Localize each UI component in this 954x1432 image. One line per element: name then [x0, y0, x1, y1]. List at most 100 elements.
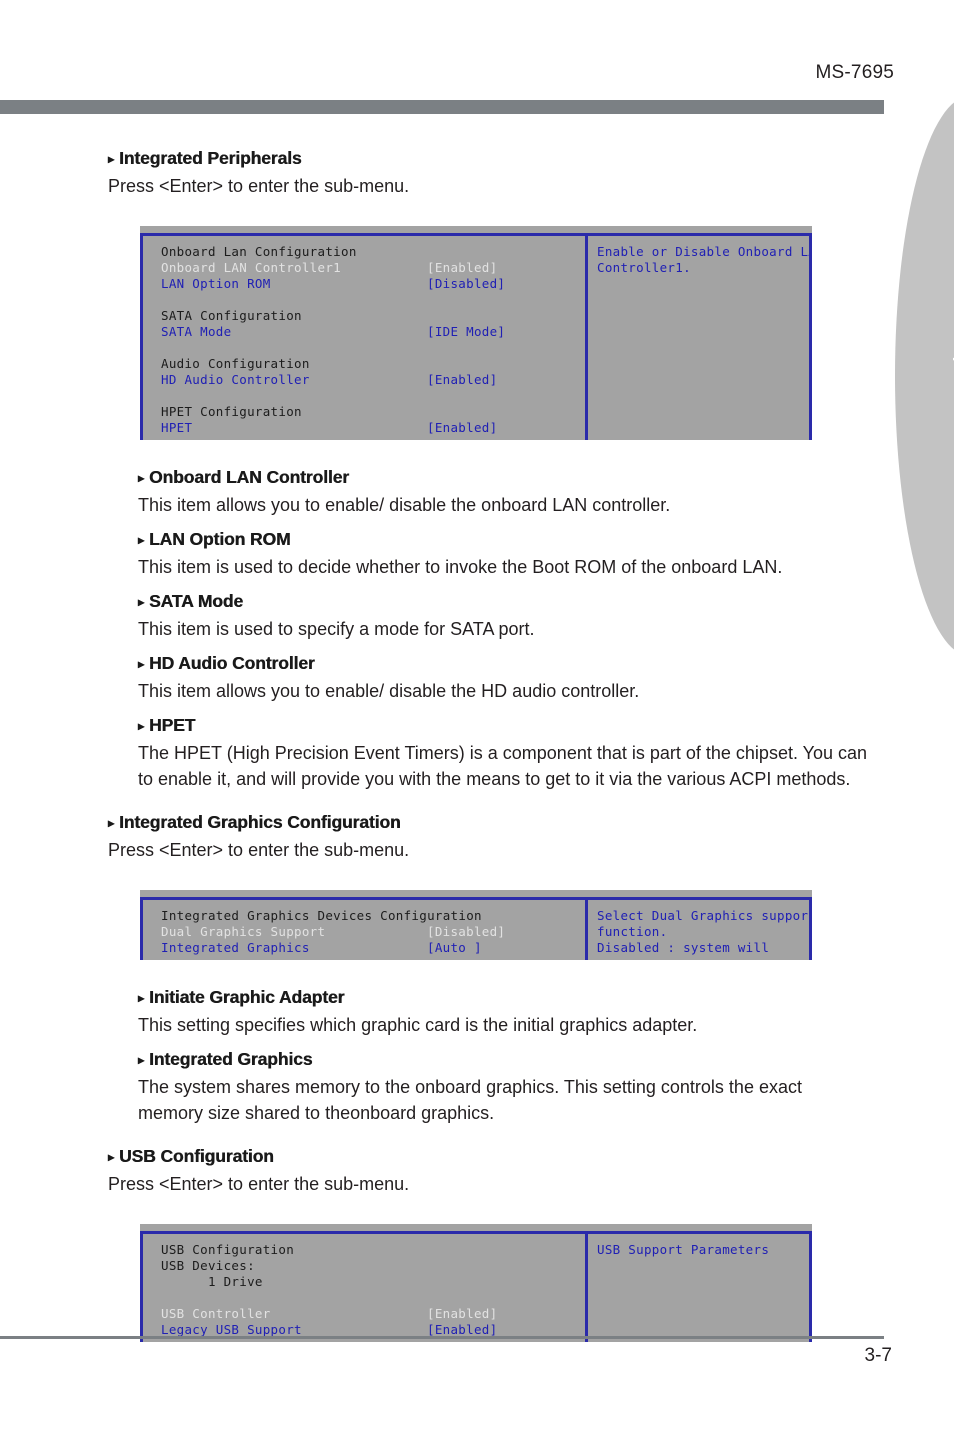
bios-screenshot-integrated-peripherals: Onboard Lan Configuration Onboard LAN Con… — [140, 226, 868, 440]
body-usb-configuration: Press <Enter> to enter the sub-menu. — [108, 1174, 410, 1194]
bios-row-spacer — [161, 1290, 585, 1306]
bios-settings-panel: Onboard Lan Configuration Onboard LAN Con… — [143, 236, 585, 440]
bios-setting-row[interactable]: HPET Configuration — [161, 404, 585, 420]
bios-help-panel: Select Dual Graphics support function. Dis… — [588, 900, 812, 960]
bios-setting-label: Onboard Lan Configuration — [161, 244, 357, 259]
bios-setting-row[interactable]: USB Devices: — [161, 1258, 585, 1274]
heading-integrated-graphics: ▸ Integrated Graphics — [138, 1049, 868, 1070]
bios-setting-label: Audio Configuration — [161, 356, 310, 371]
bios-settings-panel: Integrated Graphics Devices Configuratio… — [143, 900, 585, 960]
bios-setting-row[interactable]: Integrated Graphics [Auto ] — [161, 940, 585, 956]
bullet-triangle-icon: ▸ — [108, 815, 114, 830]
bios-setting-value[interactable]: [Enabled] — [427, 420, 497, 436]
bios-help-line: Controller1. — [597, 260, 691, 275]
bios-setting-label: HPET Configuration — [161, 404, 302, 419]
bios-setting-row[interactable]: HPET [Enabled] — [161, 420, 585, 436]
bios-setting-row[interactable]: Audio Configuration — [161, 356, 585, 372]
bullet-triangle-icon: ▸ — [138, 594, 144, 609]
bios-setting-row[interactable]: Onboard Lan Configuration — [161, 244, 585, 260]
bios-setting-label: Integrated Graphics Devices Configuratio… — [161, 908, 482, 923]
bios-help-panel: Enable or Disable Onboard LAN Controller1… — [588, 236, 812, 440]
bios-setting-label: USB Devices: — [161, 1258, 255, 1273]
bios-setting-label: HPET — [161, 420, 193, 435]
bios-help-line: Disabled : system will — [597, 940, 770, 955]
bios-row-spacer — [161, 292, 585, 308]
chapter-side-tab: Chapter 3 — [895, 96, 954, 656]
body-initiate-graphic-adapter: This setting specifies which graphic car… — [138, 1015, 698, 1035]
page-content: ▸ Integrated Peripherals Press <Enter> to… — [108, 148, 868, 1342]
heading-label: SATA Mode — [148, 591, 243, 611]
body-onboard-lan-controller: This item allows you to enable/ disable … — [138, 495, 671, 515]
heading-label: Integrated Peripherals — [118, 148, 302, 168]
heading-label: LAN Option ROM — [148, 529, 291, 549]
bullet-triangle-icon: ▸ — [138, 470, 144, 485]
heading-label: Initiate Graphic Adapter — [148, 987, 345, 1007]
heading-hd-audio-controller: ▸ HD Audio Controller — [138, 653, 868, 674]
bios-setting-value[interactable]: [Enabled] — [427, 260, 497, 276]
heading-initiate-graphic-adapter: ▸ Initiate Graphic Adapter — [138, 987, 868, 1008]
bios-setting-row[interactable]: HD Audio Controller [Enabled] — [161, 372, 585, 388]
heading-lan-option-rom: ▸ LAN Option ROM — [138, 529, 868, 550]
bios-setting-row[interactable]: LAN Option ROM [Disabled] — [161, 276, 585, 292]
bios-setting-value[interactable]: [Auto ] — [427, 940, 482, 956]
heading-hpet: ▸ HPET — [138, 715, 868, 736]
bios-settings-panel: USB Configuration USB Devices: 1 Drive USB… — [143, 1234, 585, 1342]
bios-setting-row[interactable]: Onboard LAN Controller1 [Enabled] — [161, 260, 585, 276]
bios-setting-row[interactable]: USB Controller [Enabled] — [161, 1306, 585, 1322]
body-integrated-peripherals: Press <Enter> to enter the sub-menu. — [108, 176, 410, 196]
bullet-triangle-icon: ▸ — [138, 990, 144, 1005]
bullet-triangle-icon: ▸ — [108, 1149, 114, 1164]
bullet-triangle-icon: ▸ — [138, 718, 144, 733]
heading-label: HPET — [148, 715, 196, 735]
bios-setting-label: 1 Drive — [161, 1274, 263, 1289]
bullet-triangle-icon: ▸ — [138, 1052, 144, 1067]
body-lan-option-rom: This item is used to decide whether to i… — [138, 557, 783, 577]
bios-setting-row[interactable]: USB Configuration — [161, 1242, 585, 1258]
bios-setting-value[interactable]: [Disabled] — [427, 276, 505, 292]
bios-screenshot-usb-configuration: USB Configuration USB Devices: 1 Drive USB… — [140, 1224, 868, 1342]
header-rule — [0, 100, 884, 114]
bios-setting-label: SATA Mode — [161, 324, 232, 339]
heading-integrated-peripherals: ▸ Integrated Peripherals — [108, 148, 868, 169]
bios-setting-row[interactable]: Dual Graphics Support [Disabled] — [161, 924, 585, 940]
bios-setting-label: Dual Graphics Support — [161, 924, 326, 939]
footer-rule — [0, 1336, 884, 1339]
bios-help-line: Enable or Disable Onboard LAN — [597, 244, 812, 259]
bullet-triangle-icon: ▸ — [138, 656, 144, 671]
heading-label: Onboard LAN Controller — [148, 467, 349, 487]
bios-setting-label: LAN Option ROM — [161, 276, 271, 291]
bios-setting-label: Legacy USB Support — [161, 1322, 302, 1337]
heading-integrated-graphics-configuration: ▸ Integrated Graphics Configuration — [108, 812, 868, 833]
bios-screenshot-integrated-graphics: Integrated Graphics Devices Configuratio… — [140, 890, 868, 960]
bios-setting-row[interactable]: 1 Drive — [161, 1274, 585, 1290]
bios-setting-value[interactable]: [Enabled] — [427, 372, 497, 388]
bios-setting-value[interactable]: [Enabled] — [427, 1306, 497, 1322]
bios-top-strip — [140, 226, 812, 233]
bios-setting-label: Onboard LAN Controller1 — [161, 260, 341, 275]
bios-top-strip — [140, 1224, 812, 1231]
bios-setting-label: SATA Configuration — [161, 308, 302, 323]
bios-row-spacer — [161, 340, 585, 356]
bios-top-strip — [140, 890, 812, 897]
heading-label: USB Configuration — [118, 1146, 274, 1166]
heading-onboard-lan-controller: ▸ Onboard LAN Controller — [138, 467, 868, 488]
bullet-triangle-icon: ▸ — [138, 532, 144, 547]
bios-setting-row[interactable]: SATA Mode [IDE Mode] — [161, 324, 585, 340]
bios-setting-row[interactable]: Integrated Graphics Devices Configuratio… — [161, 908, 585, 924]
bios-setting-label: HD Audio Controller — [161, 372, 310, 387]
page-header: MS-7695 — [0, 62, 954, 96]
bios-setting-value[interactable]: [Disabled] — [427, 924, 505, 940]
bios-setting-row[interactable]: SATA Configuration — [161, 308, 585, 324]
body-integrated-graphics: The system shares memory to the onboard … — [138, 1077, 802, 1123]
body-hpet: The HPET (High Precision Event Timers) i… — [138, 743, 868, 789]
heading-sata-mode: ▸ SATA Mode — [138, 591, 868, 612]
heading-label: HD Audio Controller — [148, 653, 315, 673]
bios-setting-label: Integrated Graphics — [161, 940, 310, 955]
bios-help-line: Select Dual Graphics support — [597, 908, 812, 923]
heading-label: Integrated Graphics Configuration — [118, 812, 401, 832]
bullet-triangle-icon: ▸ — [108, 151, 114, 166]
heading-usb-configuration: ▸ USB Configuration — [108, 1146, 868, 1167]
bios-help-line: USB Support Parameters — [597, 1242, 770, 1257]
bios-setting-value[interactable]: [IDE Mode] — [427, 324, 505, 340]
page-number: 3-7 — [864, 1345, 892, 1366]
